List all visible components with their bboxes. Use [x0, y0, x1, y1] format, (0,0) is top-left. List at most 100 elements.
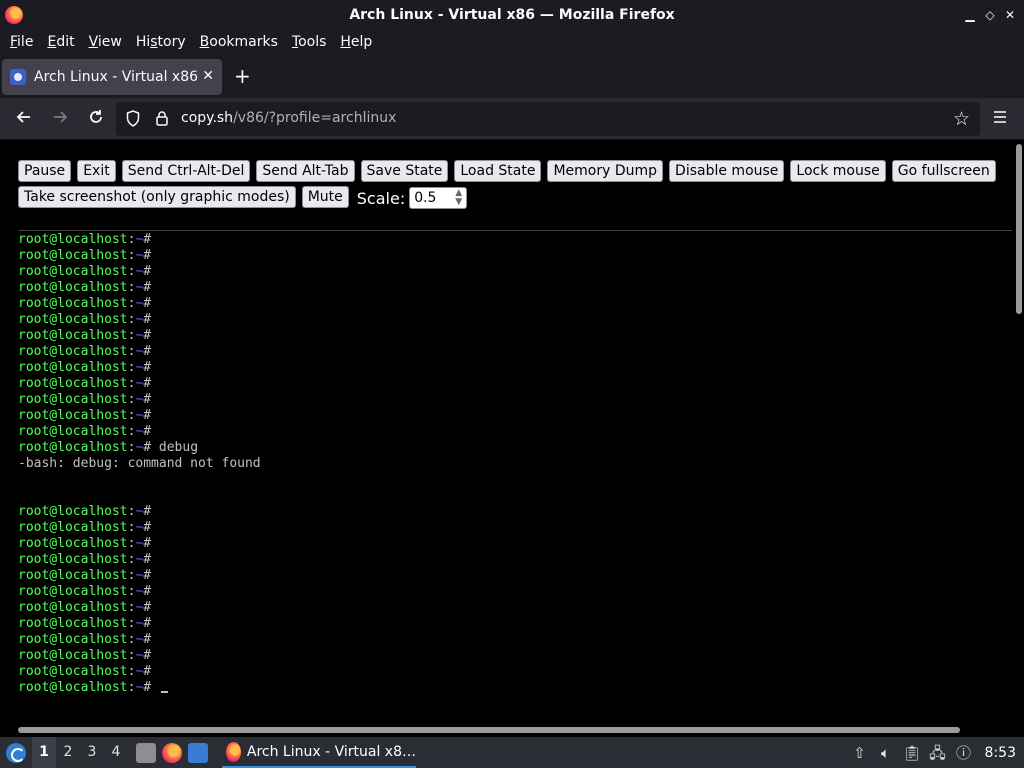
bookmark-star-icon[interactable]: ☆: [953, 108, 970, 130]
taskbar-task-firefox[interactable]: Arch Linux - Virtual x8…: [222, 737, 416, 768]
prompt-user: root@localhost: [18, 600, 128, 615]
start-menu-icon[interactable]: [6, 742, 26, 763]
terminal-prompt-line: root@localhost:~#: [18, 264, 1012, 280]
terminal-prompt-line: root@localhost:~#: [18, 648, 1012, 664]
prompt-command: #: [143, 552, 152, 567]
prompt-user: root@localhost: [18, 344, 128, 359]
prompt-user: root@localhost: [18, 440, 128, 455]
url-path: /v86/?profile=archlinux: [233, 110, 397, 126]
prompt-user: root@localhost: [18, 648, 128, 663]
minimize-button[interactable]: ▁: [962, 6, 978, 24]
mute-button[interactable]: Mute: [301, 186, 349, 208]
url-bar[interactable]: copy.sh/v86/?profile=archlinux ☆: [116, 102, 980, 136]
prompt-command: #: [143, 648, 152, 663]
workspace-4[interactable]: 4: [104, 737, 128, 768]
terminal-prompt-line: root@localhost:~#: [18, 424, 1012, 440]
lock-mouse-button[interactable]: Lock mouse: [790, 160, 886, 182]
firefox-launcher-icon[interactable]: [162, 742, 182, 763]
page-content: Pause Exit Send Ctrl-Alt-Del Send Alt-Tab Sa…: [0, 140, 1024, 737]
go-fullscreen-button[interactable]: Go fullscreen: [891, 160, 996, 182]
workspace-3[interactable]: 3: [80, 737, 104, 768]
horizontal-scrollbar[interactable]: [18, 727, 960, 733]
controls-row-1: Pause Exit Send Ctrl-Alt-Del Send Alt-Tab Sa…: [18, 160, 1008, 184]
clipboard-icon[interactable]: 📋︎: [903, 744, 922, 762]
prompt-command: #: [143, 584, 152, 599]
terminal-prompt-line: root@localhost:~#: [18, 392, 1012, 408]
vertical-scrollbar[interactable]: [1016, 144, 1022, 314]
url-text[interactable]: copy.sh/v86/?profile=archlinux: [181, 110, 396, 126]
prompt-user: root@localhost: [18, 520, 128, 535]
tab-arch-linux[interactable]: Arch Linux - Virtual x86 ✕: [2, 59, 222, 95]
network-icon[interactable]: 🖧: [929, 744, 947, 762]
prompt-user: root@localhost: [18, 424, 128, 439]
task-label: Arch Linux - Virtual x8…: [246, 743, 416, 760]
hamburger-menu-icon[interactable]: [989, 108, 1011, 130]
volume-icon[interactable]: 🔈︎: [877, 744, 895, 762]
prompt-command: #: [143, 392, 152, 407]
prompt-command: #: [143, 408, 152, 423]
prompt-command: #: [143, 280, 152, 295]
url-host: copy.sh: [181, 110, 234, 126]
prompt-command: #: [143, 664, 152, 679]
terminal-prompt-line: root@localhost:~#: [18, 680, 1012, 696]
take-screenshot-only-graphic-modes-button[interactable]: Take screenshot (only graphic modes): [18, 186, 296, 208]
prompt-user: root@localhost: [18, 632, 128, 647]
new-tab-button[interactable]: +: [234, 65, 251, 87]
menu-view[interactable]: View: [82, 31, 129, 53]
send-ctrl-alt-del-button[interactable]: Send Ctrl-Alt-Del: [121, 160, 251, 182]
pause-button[interactable]: Pause: [18, 160, 72, 182]
vm-terminal-screen[interactable]: root@localhost:~# root@localhost:~# root@l…: [18, 232, 1012, 717]
show-desktop-icon[interactable]: [188, 742, 208, 763]
memory-dump-button[interactable]: Memory Dump: [547, 160, 664, 182]
menu-history[interactable]: History: [129, 31, 193, 53]
terminal-prompt-line: root@localhost:~#: [18, 584, 1012, 600]
menu-bookmarks[interactable]: Bookmarks: [193, 31, 285, 53]
terminal-prompt-line: root@localhost:~#: [18, 616, 1012, 632]
terminal-prompt-line: root@localhost:~#: [18, 520, 1012, 536]
restore-button[interactable]: ◇: [982, 6, 998, 24]
scale-input[interactable]: 0.5 ▲ ▼: [409, 187, 468, 209]
menu-help[interactable]: Help: [333, 31, 379, 53]
tracking-protection-shield-icon[interactable]: [126, 110, 140, 127]
exit-button[interactable]: Exit: [77, 160, 116, 182]
tab-label: Arch Linux - Virtual x86: [34, 69, 199, 85]
clock: 8:53: [984, 744, 1016, 761]
close-window-button[interactable]: ✕: [1002, 6, 1018, 24]
scale-label: Scale:: [356, 188, 406, 208]
prompt-user: root@localhost: [18, 536, 128, 551]
forward-arrow-icon[interactable]: [49, 108, 71, 130]
menu-file[interactable]: File: [3, 31, 40, 53]
back-arrow-icon[interactable]: [13, 108, 35, 130]
prompt-command: #: [143, 520, 152, 535]
prompt-user: root@localhost: [18, 504, 128, 519]
menu-bar: File Edit View History Bookmarks Tools Help: [0, 30, 1024, 54]
disable-mouse-button[interactable]: Disable mouse: [669, 160, 785, 182]
menu-tools[interactable]: Tools: [285, 31, 334, 53]
system-tray: ⇧ 🔈︎ 📋︎ 🖧 ⓘ 8:53: [851, 737, 1024, 768]
send-alt-tab-button[interactable]: Send Alt-Tab: [256, 160, 355, 182]
terminal-prompt-line: root@localhost:~#: [18, 408, 1012, 424]
save-state-button[interactable]: Save State: [360, 160, 449, 182]
prompt-user: root@localhost: [18, 616, 128, 631]
file-manager-icon[interactable]: [136, 742, 156, 763]
window-title-bar: Arch Linux - Virtual x86 — Mozilla Firef…: [0, 0, 1024, 30]
workspace-2[interactable]: 2: [56, 737, 80, 768]
reload-icon[interactable]: [85, 108, 107, 130]
workspace-1[interactable]: 1: [32, 737, 56, 768]
notification-icon[interactable]: ⓘ: [955, 744, 973, 762]
prompt-command: #: [143, 424, 152, 439]
prompt-command: #: [143, 248, 152, 263]
spinner-arrows-icon[interactable]: ▲ ▼: [455, 189, 462, 207]
prompt-user: root@localhost: [18, 312, 128, 327]
prompt-command: #: [143, 616, 152, 631]
prompt-user: root@localhost: [18, 232, 128, 247]
updates-icon[interactable]: ⇧: [851, 744, 869, 762]
tab-close-icon[interactable]: ✕: [202, 68, 214, 84]
menu-edit[interactable]: Edit: [40, 31, 81, 53]
prompt-command: #: [143, 536, 152, 551]
load-state-button[interactable]: Load State: [454, 160, 542, 182]
lock-icon[interactable]: [156, 111, 168, 126]
terminal-prompt-line: root@localhost:~#: [18, 360, 1012, 376]
